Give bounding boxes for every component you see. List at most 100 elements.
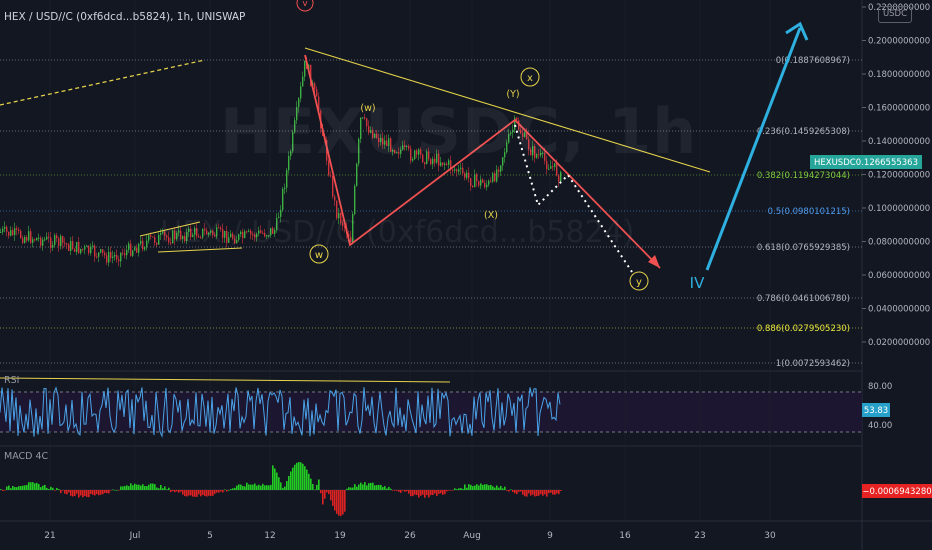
- macd-bar: [42, 485, 44, 490]
- macd-bar: [416, 490, 418, 496]
- macd-bar: [314, 489, 316, 491]
- macd-bar: [390, 488, 392, 490]
- candle: [454, 169, 456, 171]
- candle: [468, 172, 470, 179]
- candle: [148, 235, 150, 241]
- wave-iv-label: IV: [690, 274, 705, 292]
- candle: [492, 173, 494, 182]
- rsi-value-tag: 53.83: [864, 406, 888, 416]
- macd-bar: [298, 462, 300, 490]
- price-tick: 0.0400000000: [868, 305, 930, 315]
- macd-bar: [286, 481, 288, 490]
- candle: [50, 237, 52, 248]
- macd-bar: [86, 490, 88, 497]
- macd-bar: [140, 485, 142, 490]
- macd-bar: [186, 490, 188, 497]
- candle: [156, 242, 158, 245]
- candle: [96, 256, 98, 258]
- macd-bar: [270, 484, 272, 490]
- macd-bar: [168, 487, 170, 490]
- candle: [314, 83, 316, 90]
- wave-w-label: w: [315, 250, 323, 261]
- macd-bar: [362, 484, 364, 490]
- wave-v-label: v: [302, 0, 308, 9]
- macd-bar: [194, 490, 196, 497]
- macd-bar: [18, 486, 20, 490]
- macd-bar: [504, 486, 506, 490]
- macd-bar: [294, 464, 296, 490]
- fib-level-label: 0.382(0.1194273044): [757, 171, 850, 181]
- macd-bar: [224, 489, 226, 491]
- macd-bar: [248, 484, 250, 490]
- price-tick: 0.0600000000: [868, 271, 930, 281]
- macd-bar: [152, 483, 154, 490]
- macd-bar: [96, 490, 98, 494]
- candle: [142, 240, 144, 250]
- macd-bar: [176, 490, 178, 492]
- current-symbol-tag: HEXUSDC: [814, 158, 856, 168]
- macd-bar: [528, 490, 530, 494]
- candle: [484, 182, 486, 188]
- macd-label[interactable]: MACD 4C: [4, 451, 48, 462]
- macd-bar: [32, 482, 34, 490]
- macd-bar: [112, 489, 114, 491]
- candle: [22, 238, 24, 243]
- macd-bar: [414, 490, 416, 495]
- candle: [34, 239, 36, 241]
- macd-bar: [192, 490, 194, 497]
- macd-bar: [550, 490, 552, 493]
- macd-bar: [492, 486, 494, 490]
- candle: [10, 230, 12, 236]
- macd-bar: [452, 490, 454, 491]
- macd-bar: [506, 490, 508, 491]
- macd-bar: [388, 486, 390, 490]
- candle: [128, 243, 130, 251]
- macd-bar: [88, 490, 90, 498]
- candle: [476, 174, 478, 182]
- candle: [56, 235, 58, 239]
- fib-level-label: 0.886(0.0279505230): [757, 324, 850, 334]
- macd-bar: [520, 490, 522, 492]
- macd-bar: [28, 482, 30, 490]
- macd-bar: [304, 466, 306, 490]
- macd-bar: [334, 490, 336, 511]
- chart-canvas[interactable]: 0(0.1887608967)0.236(0.1459265308)0.382(…: [0, 0, 932, 550]
- macd-bar: [162, 488, 164, 490]
- macd-bar: [250, 484, 252, 490]
- time-label: 30: [764, 531, 776, 541]
- candle: [478, 181, 480, 186]
- macd-bar: [106, 490, 108, 494]
- candle: [490, 180, 492, 182]
- candle: [332, 176, 334, 197]
- macd-bar: [268, 485, 270, 490]
- macd-bar: [74, 490, 76, 497]
- macd-bar: [180, 490, 182, 492]
- rsi-label[interactable]: RSI: [4, 375, 19, 386]
- macd-bar: [44, 484, 46, 490]
- macd-bar: [348, 487, 350, 490]
- macd-bar: [22, 485, 24, 490]
- macd-bar: [436, 490, 438, 497]
- candle: [480, 179, 482, 186]
- candle: [330, 175, 332, 177]
- macd-bar: [328, 490, 330, 495]
- price-tick: 0.2000000000: [868, 37, 930, 47]
- macd-bar: [234, 487, 236, 490]
- macd-bar: [62, 490, 64, 491]
- macd-bar: [264, 485, 266, 490]
- macd-bar: [364, 482, 366, 490]
- currency-button[interactable]: USDC: [878, 6, 912, 23]
- candle: [134, 247, 136, 251]
- macd-bar: [190, 490, 192, 496]
- macd-bar: [522, 490, 524, 495]
- candle: [44, 239, 46, 241]
- macd-bar: [490, 484, 492, 490]
- candle: [496, 169, 498, 182]
- macd-bar: [376, 485, 378, 490]
- macd-bar: [202, 490, 204, 495]
- macd-bar: [338, 490, 340, 516]
- macd-bar: [534, 490, 536, 497]
- wave-y-label: y: [636, 277, 642, 288]
- macd-bar: [214, 490, 216, 494]
- macd-bar: [460, 487, 462, 490]
